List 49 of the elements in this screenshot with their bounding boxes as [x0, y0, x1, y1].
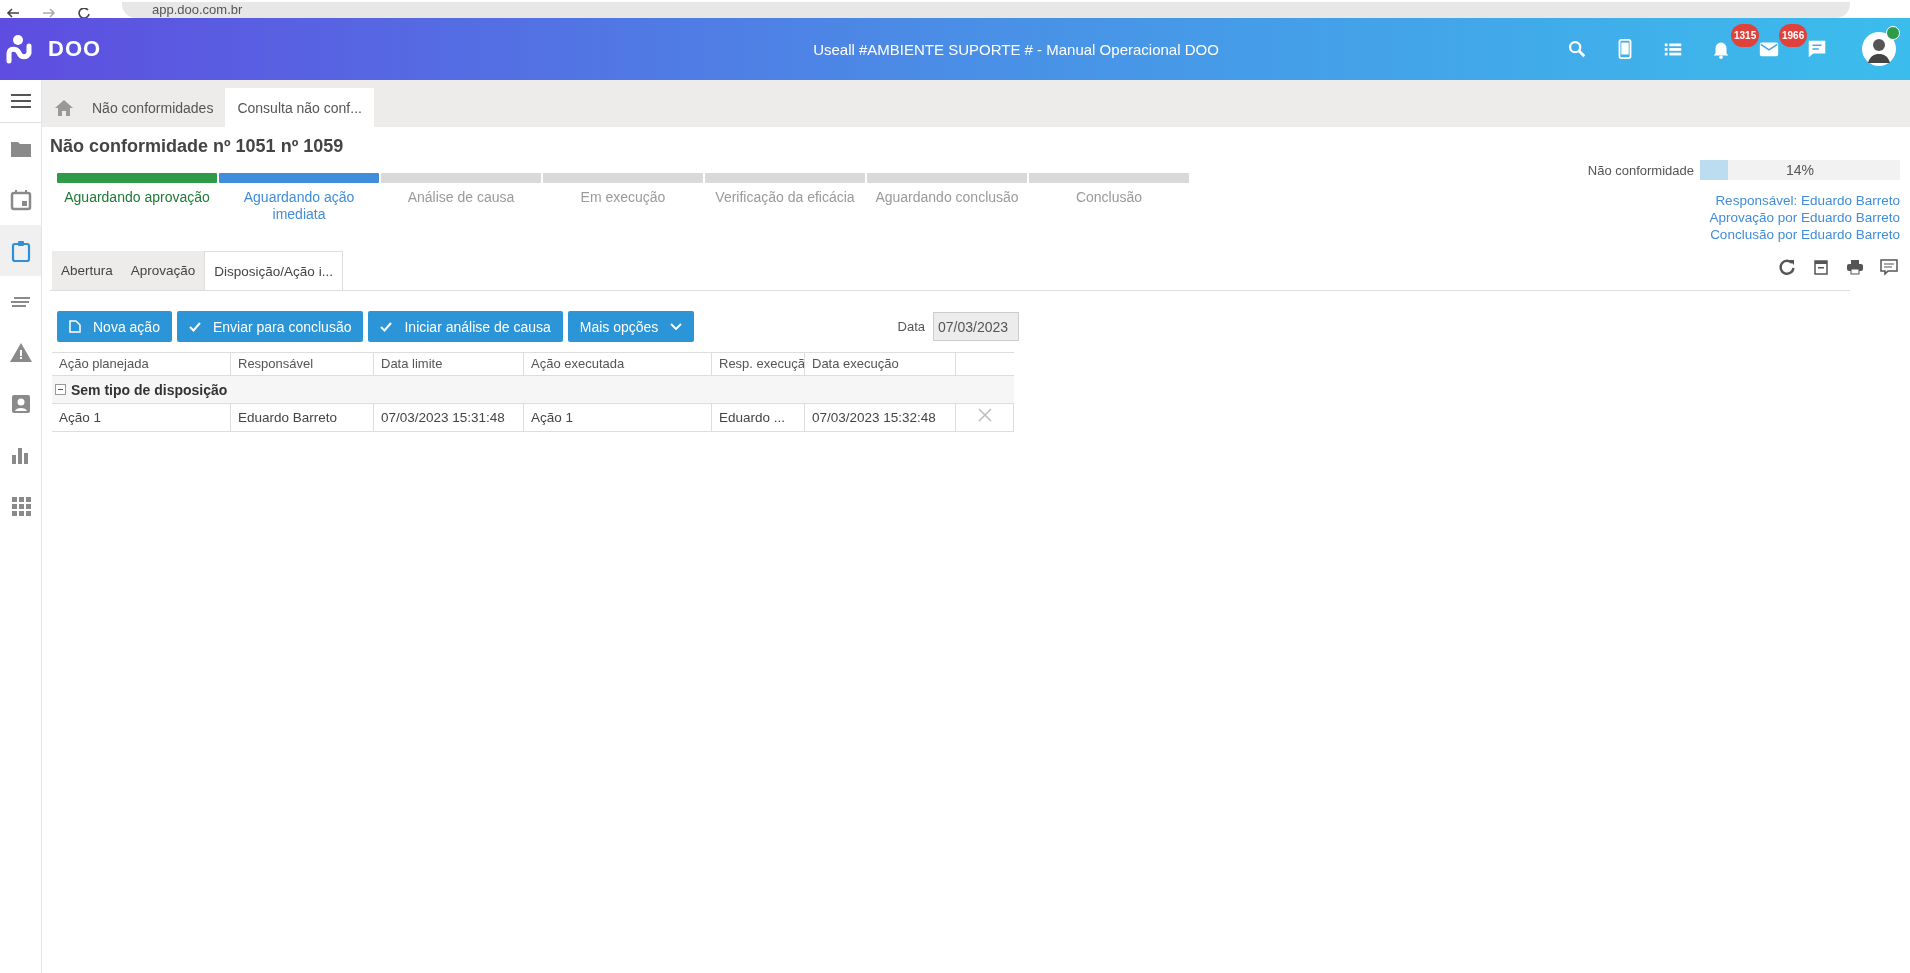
- column-header[interactable]: Ação executada: [524, 353, 712, 375]
- progress-reading: 14%: [1786, 162, 1814, 178]
- step-label: Em execução: [580, 189, 666, 206]
- tab[interactable]: Aprovação: [121, 251, 205, 290]
- info-link[interactable]: Aprovação por Eduardo Barreto: [1709, 209, 1900, 226]
- table-cell: Eduardo Barreto: [231, 404, 374, 431]
- app-title: Useall #AMBIENTE SUPORTE # - Manual Operacional DOO: [812, 40, 1220, 58]
- chat-icon[interactable]: [1806, 38, 1828, 60]
- calendar-icon[interactable]: [1812, 258, 1830, 276]
- refresh-icon[interactable]: [1778, 258, 1796, 276]
- column-header[interactable]: Data limite: [374, 353, 524, 375]
- tab[interactable]: Consulta não conf...: [225, 88, 374, 127]
- user-avatar[interactable]: [1862, 32, 1896, 66]
- progress-label: Não conformidade: [1587, 162, 1694, 178]
- count-badge: 1966: [1779, 24, 1808, 47]
- check-icon: [380, 321, 393, 332]
- group-label: Sem tipo de disposição: [71, 381, 228, 398]
- check-icon: [188, 321, 201, 332]
- tab[interactable]: Não conformidades: [80, 88, 226, 127]
- print-icon[interactable]: [1846, 258, 1864, 276]
- brand-name: DOO: [48, 36, 102, 62]
- step-label: Conclusão: [1075, 189, 1143, 206]
- info-link[interactable]: Responsável: Eduardo Barreto: [1715, 192, 1900, 209]
- step-label: Aguardando conclusão: [875, 189, 1019, 206]
- info-link[interactable]: Conclusão por Eduardo Barreto: [1710, 226, 1900, 243]
- step-label: Aguardando aprovação: [64, 189, 210, 206]
- count-badge: 1315: [1731, 24, 1760, 47]
- column-header[interactable]: Data execução: [805, 353, 956, 375]
- tab[interactable]: Disposição/Ação i...: [204, 251, 343, 290]
- column-header[interactable]: Ação planejada: [52, 353, 231, 375]
- document-icon: [69, 320, 81, 333]
- column-header[interactable]: Responsável: [231, 353, 374, 375]
- address-bar[interactable]: app.doo.com.br: [122, 2, 1850, 18]
- date-label: Data: [897, 319, 925, 334]
- step-label: Aguardando ação imediata: [242, 189, 356, 223]
- table-cell: Ação 1: [52, 404, 231, 431]
- page-title: Não conformidade nº 1051 nº 1059: [50, 136, 345, 157]
- table-cell: Ação 1: [524, 404, 712, 431]
- step-label: Verificação da eficácia: [715, 189, 855, 206]
- collapse-icon[interactable]: [55, 384, 66, 395]
- chevron-down-icon: [670, 322, 683, 331]
- table-cell: Eduardo ...: [712, 404, 805, 431]
- table-cell: 07/03/2023 15:31:48: [374, 404, 524, 431]
- clipboard-icon[interactable]: [0, 225, 41, 276]
- tab[interactable]: Abertura: [52, 251, 122, 290]
- step-label: Análise de causa: [407, 189, 515, 206]
- table-cell: 07/03/2023 15:32:48: [805, 404, 956, 431]
- search-icon[interactable]: [1566, 38, 1588, 60]
- comment-icon[interactable]: [1880, 258, 1898, 276]
